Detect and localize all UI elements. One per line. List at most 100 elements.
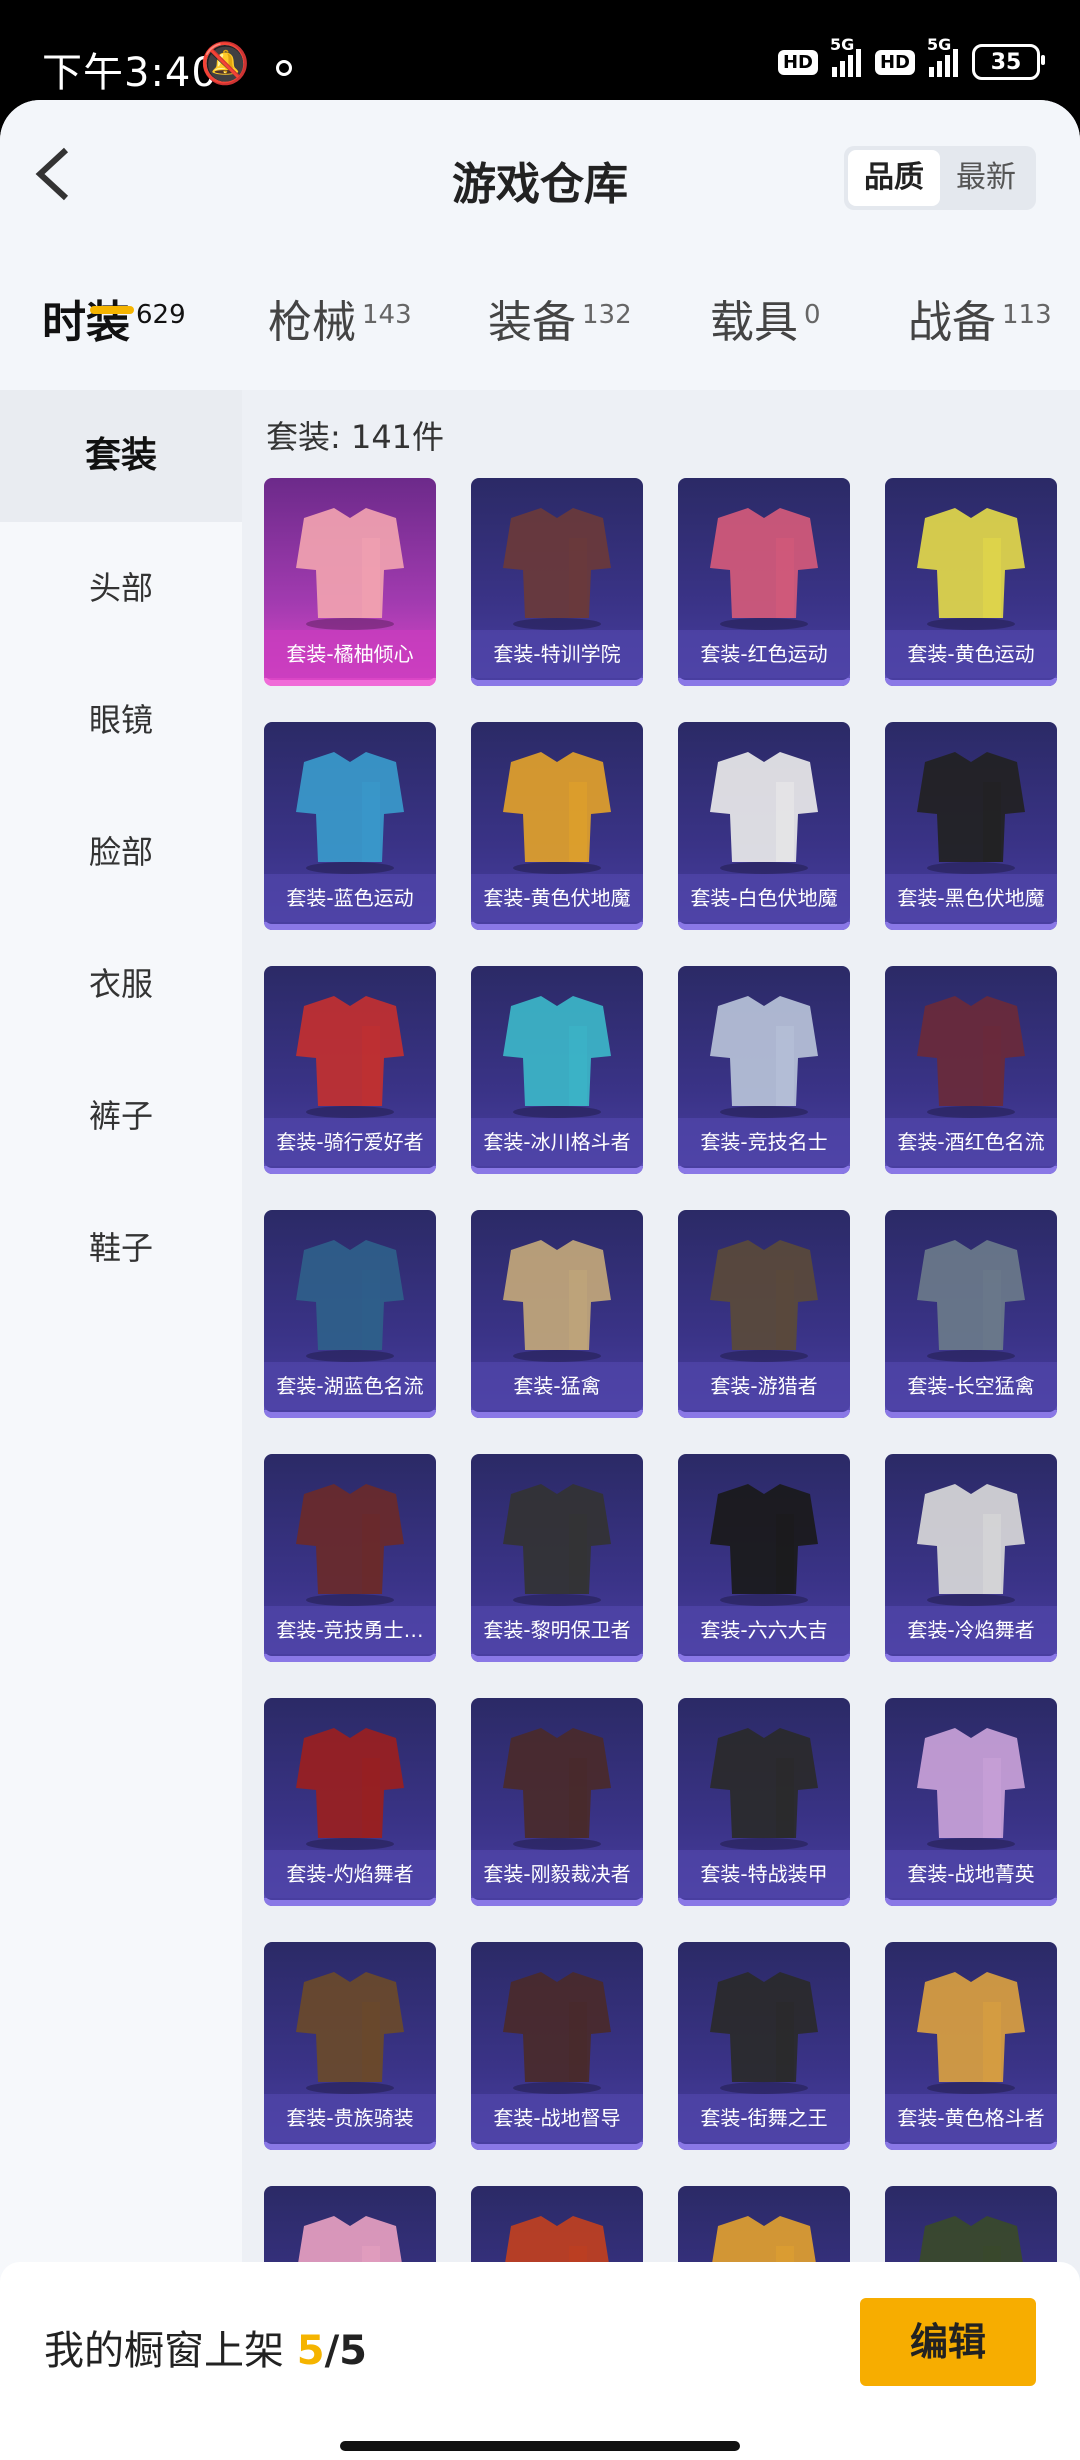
warehouse-screen: 游戏仓库 品质 最新 时装 629 枪械 143 装备 132 载具 0 战备 113 套… bbox=[0, 100, 1080, 2460]
outfit-card[interactable]: 套装-黄色格斗者 bbox=[885, 1942, 1057, 2150]
outfit-card[interactable]: 套装-骑行爱好者 bbox=[264, 966, 436, 1174]
outfit-image bbox=[917, 752, 1025, 874]
status-bar: 下午3:40 🔕 HD 5G HD 5G 35 bbox=[0, 0, 1080, 100]
outfit-image bbox=[503, 1484, 611, 1606]
outfit-card[interactable]: 套装-黄色伏地魔 bbox=[471, 722, 643, 930]
outfit-card[interactable]: 套装-游猎者 bbox=[678, 1210, 850, 1418]
outfit-image bbox=[917, 508, 1025, 630]
hd-badge: HD bbox=[777, 49, 818, 75]
battery-icon: 35 bbox=[972, 44, 1045, 80]
outfit-card[interactable]: 套装-灼焰舞者 bbox=[264, 1698, 436, 1906]
sidebar-item-face[interactable]: 脸部 bbox=[0, 786, 242, 918]
outfit-name: 套装-冷焰舞者 bbox=[885, 1606, 1057, 1654]
outfit-name: 套装-黄色运动 bbox=[885, 630, 1057, 678]
outfit-card[interactable]: 套装-黎明保卫者 bbox=[471, 1454, 643, 1662]
sort-quality-button[interactable]: 品质 bbox=[848, 150, 940, 206]
outfit-card[interactable]: 套装-湖蓝色名流 bbox=[264, 1210, 436, 1418]
outfit-card[interactable]: 套装-橘柚倾心 bbox=[264, 478, 436, 686]
tab-preparation[interactable]: 战备 113 bbox=[908, 286, 1052, 350]
outfit-image bbox=[710, 1728, 818, 1850]
sidebar-item-pants[interactable]: 裤子 bbox=[0, 1050, 242, 1182]
outfit-name: 套装-白色伏地魔 bbox=[678, 874, 850, 922]
outfit-image bbox=[710, 1240, 818, 1362]
outfit-image bbox=[917, 1728, 1025, 1850]
signal-icon: 5G bbox=[830, 35, 861, 77]
outfit-card[interactable]: 套装-竞技勇士… bbox=[264, 1454, 436, 1662]
outfit-image bbox=[296, 996, 404, 1118]
outfit-name: 套装-六六大吉 bbox=[678, 1606, 850, 1654]
sidebar-item-suits[interactable]: 套装 bbox=[0, 390, 242, 522]
outfit-image bbox=[503, 1972, 611, 2094]
header: 游戏仓库 品质 最新 bbox=[0, 100, 1080, 250]
outfit-card[interactable]: 套装-刚毅裁决者 bbox=[471, 1698, 643, 1906]
outfit-card[interactable]: 套装-长空猛禽 bbox=[885, 1210, 1057, 1418]
outfit-image bbox=[710, 1972, 818, 2094]
sidebar: 套装 头部 眼镜 脸部 衣服 裤子 鞋子 bbox=[0, 390, 242, 2460]
bottom-bar: 我的橱窗上架 5/5 编辑 bbox=[0, 2262, 1080, 2460]
outfit-name: 套装-竞技勇士… bbox=[264, 1606, 436, 1654]
sort-newest-button[interactable]: 最新 bbox=[940, 150, 1032, 206]
home-indicator[interactable] bbox=[340, 2441, 740, 2451]
outfit-card[interactable]: 套装-特战装甲 bbox=[678, 1698, 850, 1906]
tab-vehicles[interactable]: 载具 0 bbox=[710, 286, 821, 350]
outfit-image bbox=[296, 752, 404, 874]
outfit-image bbox=[503, 508, 611, 630]
outfit-name: 套装-黎明保卫者 bbox=[471, 1606, 643, 1654]
outfit-name: 套装-酒红色名流 bbox=[885, 1118, 1057, 1166]
tab-guns[interactable]: 枪械 143 bbox=[268, 286, 412, 350]
category-tabs: 时装 629 枪械 143 装备 132 载具 0 战备 113 bbox=[0, 250, 1080, 390]
outfit-image bbox=[917, 1972, 1025, 2094]
sidebar-item-glasses[interactable]: 眼镜 bbox=[0, 654, 242, 786]
outfit-name: 套装-刚毅裁决者 bbox=[471, 1850, 643, 1898]
outfit-card[interactable]: 套装-黄色运动 bbox=[885, 478, 1057, 686]
outfit-image bbox=[296, 1484, 404, 1606]
outfit-image bbox=[917, 1240, 1025, 1362]
outfit-card[interactable]: 套装-冰川格斗者 bbox=[471, 966, 643, 1174]
outfit-card[interactable]: 套装-街舞之王 bbox=[678, 1942, 850, 2150]
sidebar-item-clothes[interactable]: 衣服 bbox=[0, 918, 242, 1050]
item-list: 套装: 141件 套装-橘柚倾心 套装-特训学院 套装-红色运动 套装-黄色运动 套装-… bbox=[242, 390, 1080, 2460]
outfit-image bbox=[710, 508, 818, 630]
sort-toggle: 品质 最新 bbox=[844, 146, 1036, 210]
outfit-card[interactable]: 套装-竞技名士 bbox=[678, 966, 850, 1174]
outfit-image bbox=[296, 508, 404, 630]
edit-button[interactable]: 编辑 bbox=[860, 2298, 1036, 2386]
outfit-name: 套装-战地督导 bbox=[471, 2094, 643, 2142]
outfit-image bbox=[917, 1484, 1025, 1606]
outfit-card[interactable]: 套装-贵族骑装 bbox=[264, 1942, 436, 2150]
outfit-image bbox=[710, 1484, 818, 1606]
outfit-card[interactable]: 套装-蓝色运动 bbox=[264, 722, 436, 930]
outfit-card[interactable]: 套装-白色伏地魔 bbox=[678, 722, 850, 930]
outfit-image bbox=[296, 1240, 404, 1362]
outfit-name: 套装-战地菁英 bbox=[885, 1850, 1057, 1898]
outfit-name: 套装-游猎者 bbox=[678, 1362, 850, 1410]
outfit-name: 套装-竞技名士 bbox=[678, 1118, 850, 1166]
outfit-name: 套装-特战装甲 bbox=[678, 1850, 850, 1898]
outfit-card[interactable]: 套装-黑色伏地魔 bbox=[885, 722, 1057, 930]
status-time: 下午3:40 bbox=[42, 50, 218, 96]
outfit-image bbox=[503, 752, 611, 874]
outfit-name: 套装-橘柚倾心 bbox=[264, 630, 436, 678]
outfit-name: 套装-灼焰舞者 bbox=[264, 1850, 436, 1898]
outfit-card[interactable]: 套装-战地菁英 bbox=[885, 1698, 1057, 1906]
outfit-image bbox=[503, 1728, 611, 1850]
outfit-card[interactable]: 套装-红色运动 bbox=[678, 478, 850, 686]
outfit-card[interactable]: 套装-战地督导 bbox=[471, 1942, 643, 2150]
tab-fashion[interactable]: 时装 629 bbox=[42, 286, 186, 350]
tab-underline bbox=[90, 306, 134, 314]
sidebar-item-head[interactable]: 头部 bbox=[0, 522, 242, 654]
outfit-image bbox=[503, 996, 611, 1118]
item-count: 套装: 141件 bbox=[266, 418, 445, 456]
outfit-card[interactable]: 套装-酒红色名流 bbox=[885, 966, 1057, 1174]
outfit-card[interactable]: 套装-猛禽 bbox=[471, 1210, 643, 1418]
outfit-image bbox=[710, 996, 818, 1118]
outfit-image bbox=[503, 1240, 611, 1362]
outfit-card[interactable]: 套装-六六大吉 bbox=[678, 1454, 850, 1662]
outfit-name: 套装-特训学院 bbox=[471, 630, 643, 678]
outfit-card[interactable]: 套装-特训学院 bbox=[471, 478, 643, 686]
sidebar-item-shoes[interactable]: 鞋子 bbox=[0, 1182, 242, 1314]
outfit-card[interactable]: 套装-冷焰舞者 bbox=[885, 1454, 1057, 1662]
outfit-image bbox=[296, 1972, 404, 2094]
tab-equipment[interactable]: 装备 132 bbox=[488, 286, 632, 350]
outfit-name: 套装-贵族骑装 bbox=[264, 2094, 436, 2142]
